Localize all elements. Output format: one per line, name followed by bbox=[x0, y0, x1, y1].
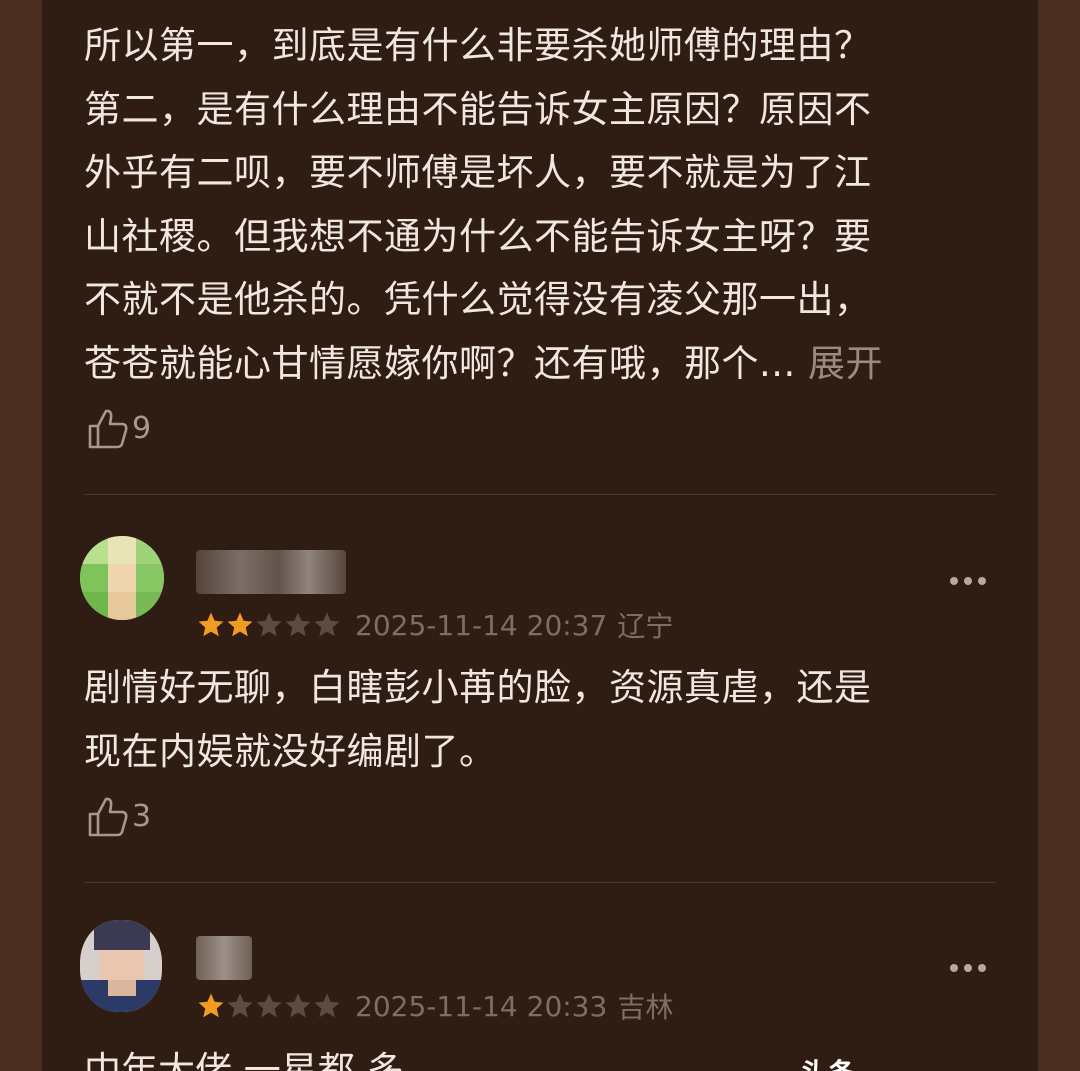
thumbs-up-icon bbox=[88, 409, 128, 449]
divider bbox=[84, 882, 996, 883]
comment-line: 剧情好无聊，白瞎彭小苒的脸，资源真虐，还是 bbox=[84, 666, 872, 709]
left-frame-border bbox=[0, 0, 42, 1071]
comment-line: 所以第一，到底是有什么非要杀她师傅的理由？ bbox=[84, 24, 872, 67]
comment-line-text: 苍苍就能心甘情愿嫁你啊？还有哦，那个... bbox=[84, 341, 809, 385]
star-icon bbox=[256, 993, 282, 1018]
comment-3-text-partial: 中年大佬 一星都 多 bbox=[84, 1049, 404, 1071]
comment-line: 外乎有二呗，要不师傅是坏人，要不就是为了江 bbox=[84, 151, 872, 194]
comment-2-text: 剧情好无聊，白瞎彭小苒的脸，资源真虐，还是 现在内娱就没好编剧了。 bbox=[84, 656, 872, 783]
more-options-button[interactable] bbox=[950, 577, 986, 585]
watermark: 头条 bbox=[800, 1052, 856, 1071]
star-icon bbox=[314, 612, 340, 637]
star-icon bbox=[198, 993, 224, 1018]
more-dot bbox=[964, 577, 972, 585]
star-icon bbox=[285, 612, 311, 637]
like-count: 9 bbox=[132, 410, 152, 446]
comment-meta: 2025-11-14 20:33 吉林 bbox=[196, 986, 673, 1026]
more-dot bbox=[950, 577, 958, 585]
comment-location: 辽宁 bbox=[617, 610, 674, 643]
star-icon bbox=[256, 612, 282, 637]
star-icon bbox=[227, 993, 253, 1018]
more-dot bbox=[978, 577, 986, 585]
comment-meta: 2025-11-14 20:37 辽宁 bbox=[196, 605, 673, 645]
comment-time: 2025-11-14 20:33 bbox=[355, 989, 608, 1023]
avatar[interactable] bbox=[80, 536, 164, 620]
like-count: 3 bbox=[132, 798, 152, 834]
divider bbox=[84, 494, 996, 495]
comment-line-last: 苍苍就能心甘情愿嫁你啊？还有哦，那个... 展开 bbox=[84, 332, 883, 396]
comment-line: 现在内娱就没好编剧了。 bbox=[84, 729, 497, 773]
right-frame-border bbox=[1038, 0, 1080, 1071]
like-button[interactable]: 3 bbox=[86, 794, 151, 838]
star-icon bbox=[314, 993, 340, 1018]
comment-time: 2025-11-14 20:37 bbox=[355, 608, 608, 642]
username-blurred[interactable] bbox=[196, 936, 252, 980]
comment-line: 第二，是有什么理由不能告诉女主原因？原因不 bbox=[84, 87, 872, 131]
star-icon bbox=[198, 612, 224, 637]
comment-location: 吉林 bbox=[617, 991, 674, 1024]
like-button[interactable]: 9 bbox=[86, 406, 151, 450]
star-rating bbox=[196, 610, 341, 640]
comment-line: 不就不是他杀的。凭什么觉得没有凌父那一出， bbox=[84, 278, 872, 321]
avatar[interactable] bbox=[80, 920, 162, 1012]
username-blurred[interactable] bbox=[196, 550, 346, 594]
star-rating bbox=[196, 991, 341, 1021]
more-options-button[interactable] bbox=[950, 964, 986, 972]
more-dot bbox=[964, 964, 972, 972]
expand-link[interactable]: 展开 bbox=[808, 342, 883, 385]
more-dot bbox=[950, 964, 958, 972]
comment-line: 山社稷。但我想不通为什么不能告诉女主呀？要 bbox=[84, 214, 872, 258]
thumbs-up-icon bbox=[88, 797, 128, 837]
comment-1-text: 所以第一，到底是有什么非要杀她师傅的理由？ 第二，是有什么理由不能告诉女主原因？… bbox=[84, 14, 883, 395]
star-icon bbox=[227, 612, 253, 637]
star-icon bbox=[285, 993, 311, 1018]
more-dot bbox=[978, 964, 986, 972]
